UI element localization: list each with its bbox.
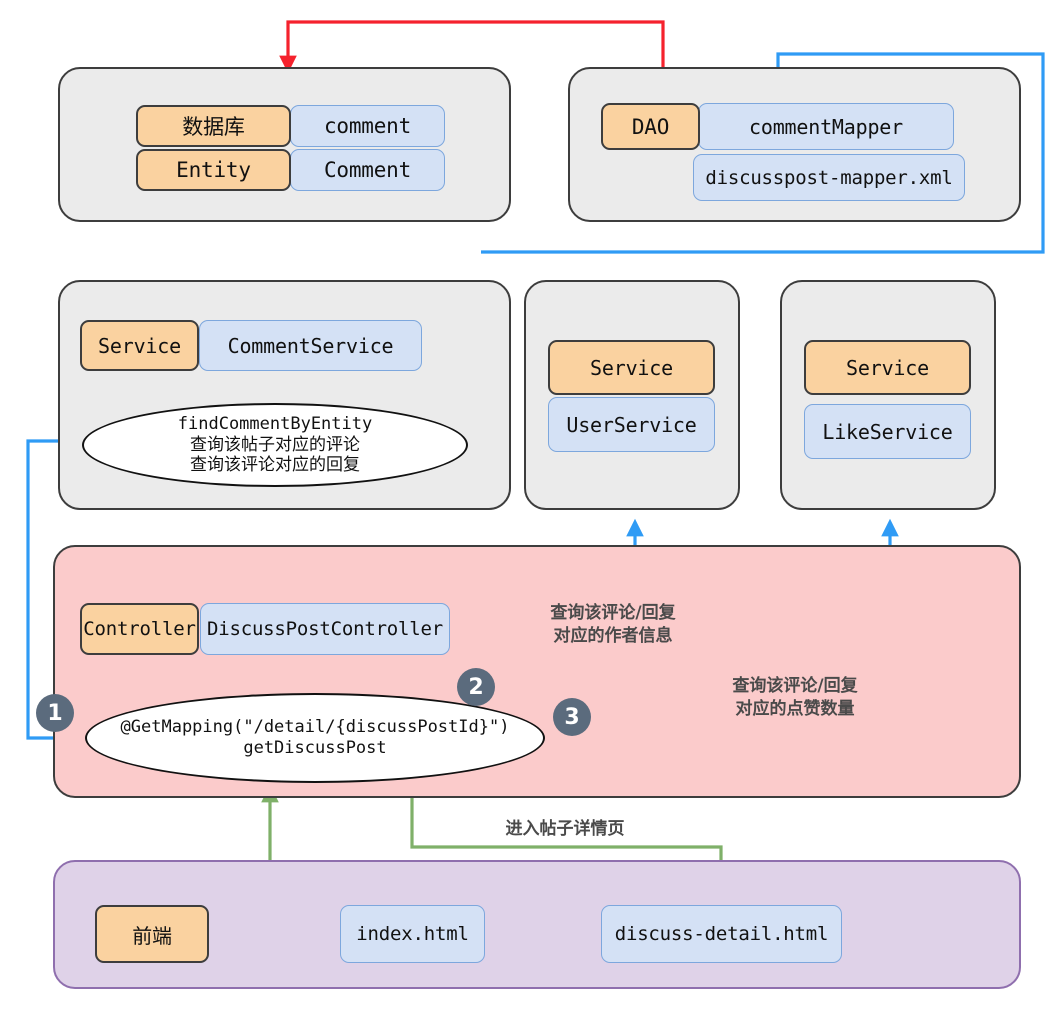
dao-tag[interactable]: DAO bbox=[601, 103, 700, 150]
like-service-tag[interactable]: Service bbox=[804, 340, 971, 395]
user-service-tag-label: Service bbox=[590, 355, 673, 380]
controller-tag[interactable]: Controller bbox=[80, 603, 199, 655]
annotation-enter-detail: 进入帖子详情页 bbox=[505, 819, 625, 839]
comment-service-method-ellipse[interactable]: findCommentByEntity 查询该帖子对应的评论 查询该评论对应的回… bbox=[82, 403, 468, 487]
step-badge-1-label: 1 bbox=[47, 700, 63, 726]
step-badge-3-label: 3 bbox=[564, 704, 580, 730]
controller-name[interactable]: DiscussPostController bbox=[200, 603, 450, 655]
frontend-page-index[interactable]: index.html bbox=[340, 905, 485, 963]
user-service-name-label: UserService bbox=[566, 412, 697, 437]
dao-comment-mapper[interactable]: commentMapper bbox=[698, 103, 954, 150]
step-badge-1: 1 bbox=[36, 694, 74, 732]
entity-tag-label: Entity bbox=[176, 158, 251, 182]
step-badge-3: 3 bbox=[553, 698, 591, 736]
database-tag-label: 数据库 bbox=[182, 115, 245, 139]
controller-method-ellipse[interactable]: @GetMapping("/detail/{discussPostId}") g… bbox=[85, 693, 545, 783]
like-service-tag-label: Service bbox=[846, 355, 929, 380]
entity-comment[interactable]: Comment bbox=[290, 149, 445, 191]
controller-name-label: DiscussPostController bbox=[206, 618, 444, 640]
database-tag[interactable]: 数据库 bbox=[136, 105, 291, 147]
comment-service-method-line-1: findCommentByEntity bbox=[177, 413, 373, 434]
annotation-like-count: 查询该评论/回复 对应的点赞数量 bbox=[732, 676, 858, 719]
controller-method-line-1: @GetMapping("/detail/{discussPostId}") bbox=[120, 717, 510, 738]
step-badge-2: 2 bbox=[457, 668, 495, 706]
like-service-panel bbox=[780, 280, 996, 510]
database-table-comment-label: comment bbox=[323, 114, 412, 138]
dao-comment-mapper-label: commentMapper bbox=[749, 114, 903, 139]
entity-tag[interactable]: Entity bbox=[136, 149, 291, 191]
diagram-canvas: 数据库 comment Entity Comment DAO commentMa… bbox=[0, 0, 1063, 1019]
annotation-author-info: 查询该评论/回复 对应的作者信息 bbox=[550, 603, 676, 646]
user-service-tag[interactable]: Service bbox=[548, 340, 715, 395]
database-table-comment[interactable]: comment bbox=[290, 105, 445, 147]
like-service-name[interactable]: LikeService bbox=[804, 404, 971, 459]
entity-comment-label: Comment bbox=[323, 158, 412, 182]
frontend-page-index-label: index.html bbox=[356, 923, 469, 945]
comment-service-tag-label: Service bbox=[98, 333, 181, 358]
dao-mapper-xml-label: discusspost-mapper.xml bbox=[705, 166, 953, 189]
comment-service-name-label: CommentService bbox=[227, 333, 394, 358]
dao-mapper-xml[interactable]: discusspost-mapper.xml bbox=[693, 154, 965, 201]
user-service-panel bbox=[524, 280, 740, 510]
comment-service-method-line-3: 查询该评论对应的回复 bbox=[190, 455, 360, 476]
controller-tag-label: Controller bbox=[83, 618, 196, 640]
controller-method-line-2: getDiscussPost bbox=[243, 738, 387, 758]
step-badge-2-label: 2 bbox=[468, 674, 484, 700]
frontend-tag[interactable]: 前端 bbox=[95, 905, 209, 963]
comment-service-tag[interactable]: Service bbox=[80, 320, 199, 371]
dao-tag-label: DAO bbox=[631, 114, 670, 139]
frontend-tag-label: 前端 bbox=[132, 923, 172, 948]
frontend-page-discuss-detail[interactable]: discuss-detail.html bbox=[601, 905, 842, 963]
frontend-page-discuss-detail-label: discuss-detail.html bbox=[614, 923, 829, 945]
comment-service-name[interactable]: CommentService bbox=[199, 320, 422, 371]
user-service-name[interactable]: UserService bbox=[548, 397, 715, 452]
like-service-name-label: LikeService bbox=[822, 419, 953, 444]
comment-service-method-line-2: 查询该帖子对应的评论 bbox=[190, 434, 360, 455]
